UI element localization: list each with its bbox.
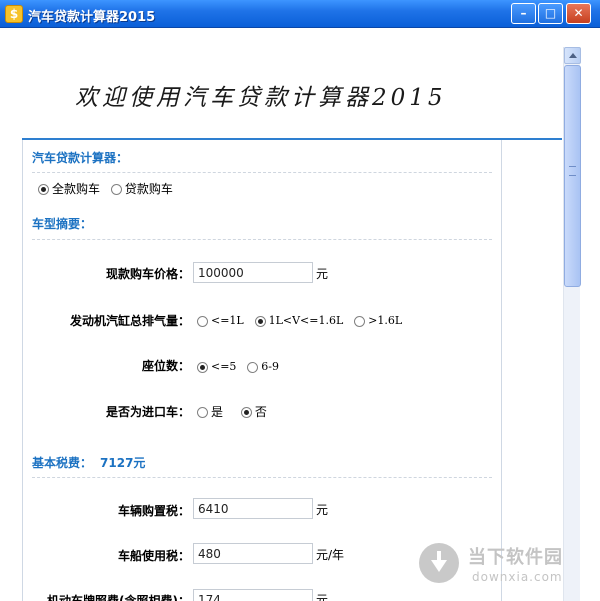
maximize-button[interactable]: □ (538, 3, 563, 24)
section-title-basic-tax: 基本税费： 7127元 (32, 454, 145, 471)
basic-tax-amount: 7127元 (100, 456, 146, 470)
plate-fee-label: 机动车牌照费(含照相费)： (47, 594, 190, 601)
full-payment-radio[interactable] (38, 184, 49, 195)
loan-option[interactable]: 贷款购车 (110, 180, 173, 197)
content-border-right (501, 140, 502, 601)
seats-radio[interactable] (197, 361, 208, 373)
seats-radio[interactable] (247, 361, 259, 373)
price-unit: 元 (316, 267, 329, 281)
plate-fee-input[interactable]: 174 (193, 589, 313, 601)
watermark-brand: 当下软件园 (468, 547, 563, 568)
purchase-tax-input[interactable]: 6410 (193, 498, 313, 519)
divider (32, 239, 492, 240)
engine-radio[interactable] (197, 315, 208, 327)
engine-group: <=1L 1L<V<=1.6L >1.6L (197, 313, 409, 327)
close-button[interactable]: ✕ (566, 3, 591, 24)
vessel-tax-input[interactable]: 480 (193, 543, 313, 564)
plate-fee-unit: 元 (316, 593, 329, 601)
engine-option-large[interactable]: >1.6L (354, 314, 402, 327)
welcome-banner: 欢迎使用汽车贷款计算器2015 (75, 85, 447, 111)
watermark-domain: downxia.com (472, 570, 563, 584)
vessel-tax-unit: 元/年 (316, 548, 345, 562)
download-icon (419, 543, 459, 583)
section-title-calculator: 汽车贷款计算器： (32, 151, 129, 165)
seats-label: 座位数： (141, 359, 190, 373)
basic-tax-label: 基本税费： (32, 456, 93, 470)
imported-group: 是 否 (197, 403, 274, 420)
seats-group: <=5 6-9 (197, 359, 286, 373)
vertical-scrollbar[interactable] (563, 47, 581, 601)
engine-option-mid[interactable]: 1L<V<=1.6L (254, 314, 343, 327)
scroll-thumb[interactable] (564, 65, 581, 287)
engine-label: 发动机汽缸总排气量： (69, 314, 190, 328)
engine-option-small[interactable]: <=1L (197, 314, 244, 327)
scroll-up-button[interactable] (564, 47, 581, 64)
loan-radio[interactable] (110, 184, 122, 195)
engine-radio[interactable] (354, 315, 366, 327)
price-input[interactable]: 100000 (193, 262, 313, 283)
imported-radio[interactable] (197, 407, 208, 418)
imported-radio[interactable] (240, 407, 252, 418)
window-title: 汽车贷款计算器2015 (28, 10, 156, 25)
vessel-tax-label: 车船使用税： (117, 549, 190, 563)
full-payment-option[interactable]: 全款购车 (38, 180, 100, 197)
engine-radio[interactable] (254, 315, 266, 327)
imported-yes-option[interactable]: 是 (197, 403, 223, 420)
seats-option-6-9[interactable]: 6-9 (247, 360, 279, 373)
purchase-tax-label: 车辆购置税： (117, 504, 190, 518)
imported-no-option[interactable]: 否 (240, 403, 267, 420)
section-title-model: 车型摘要： (32, 217, 93, 231)
price-label: 现款购车价格： (105, 267, 190, 281)
seats-option-5[interactable]: <=5 (197, 360, 236, 373)
title-bar[interactable]: $ 汽车贷款计算器2015 – □ ✕ (0, 0, 600, 28)
imported-label: 是否为进口车： (105, 405, 190, 419)
purchase-mode-group: 全款购车 贷款购车 (38, 180, 180, 197)
divider (32, 172, 492, 173)
purchase-tax-unit: 元 (316, 503, 329, 517)
divider (32, 477, 492, 478)
minimize-button[interactable]: – (511, 3, 536, 24)
banner-divider (22, 138, 562, 140)
app-icon: $ (5, 5, 23, 23)
